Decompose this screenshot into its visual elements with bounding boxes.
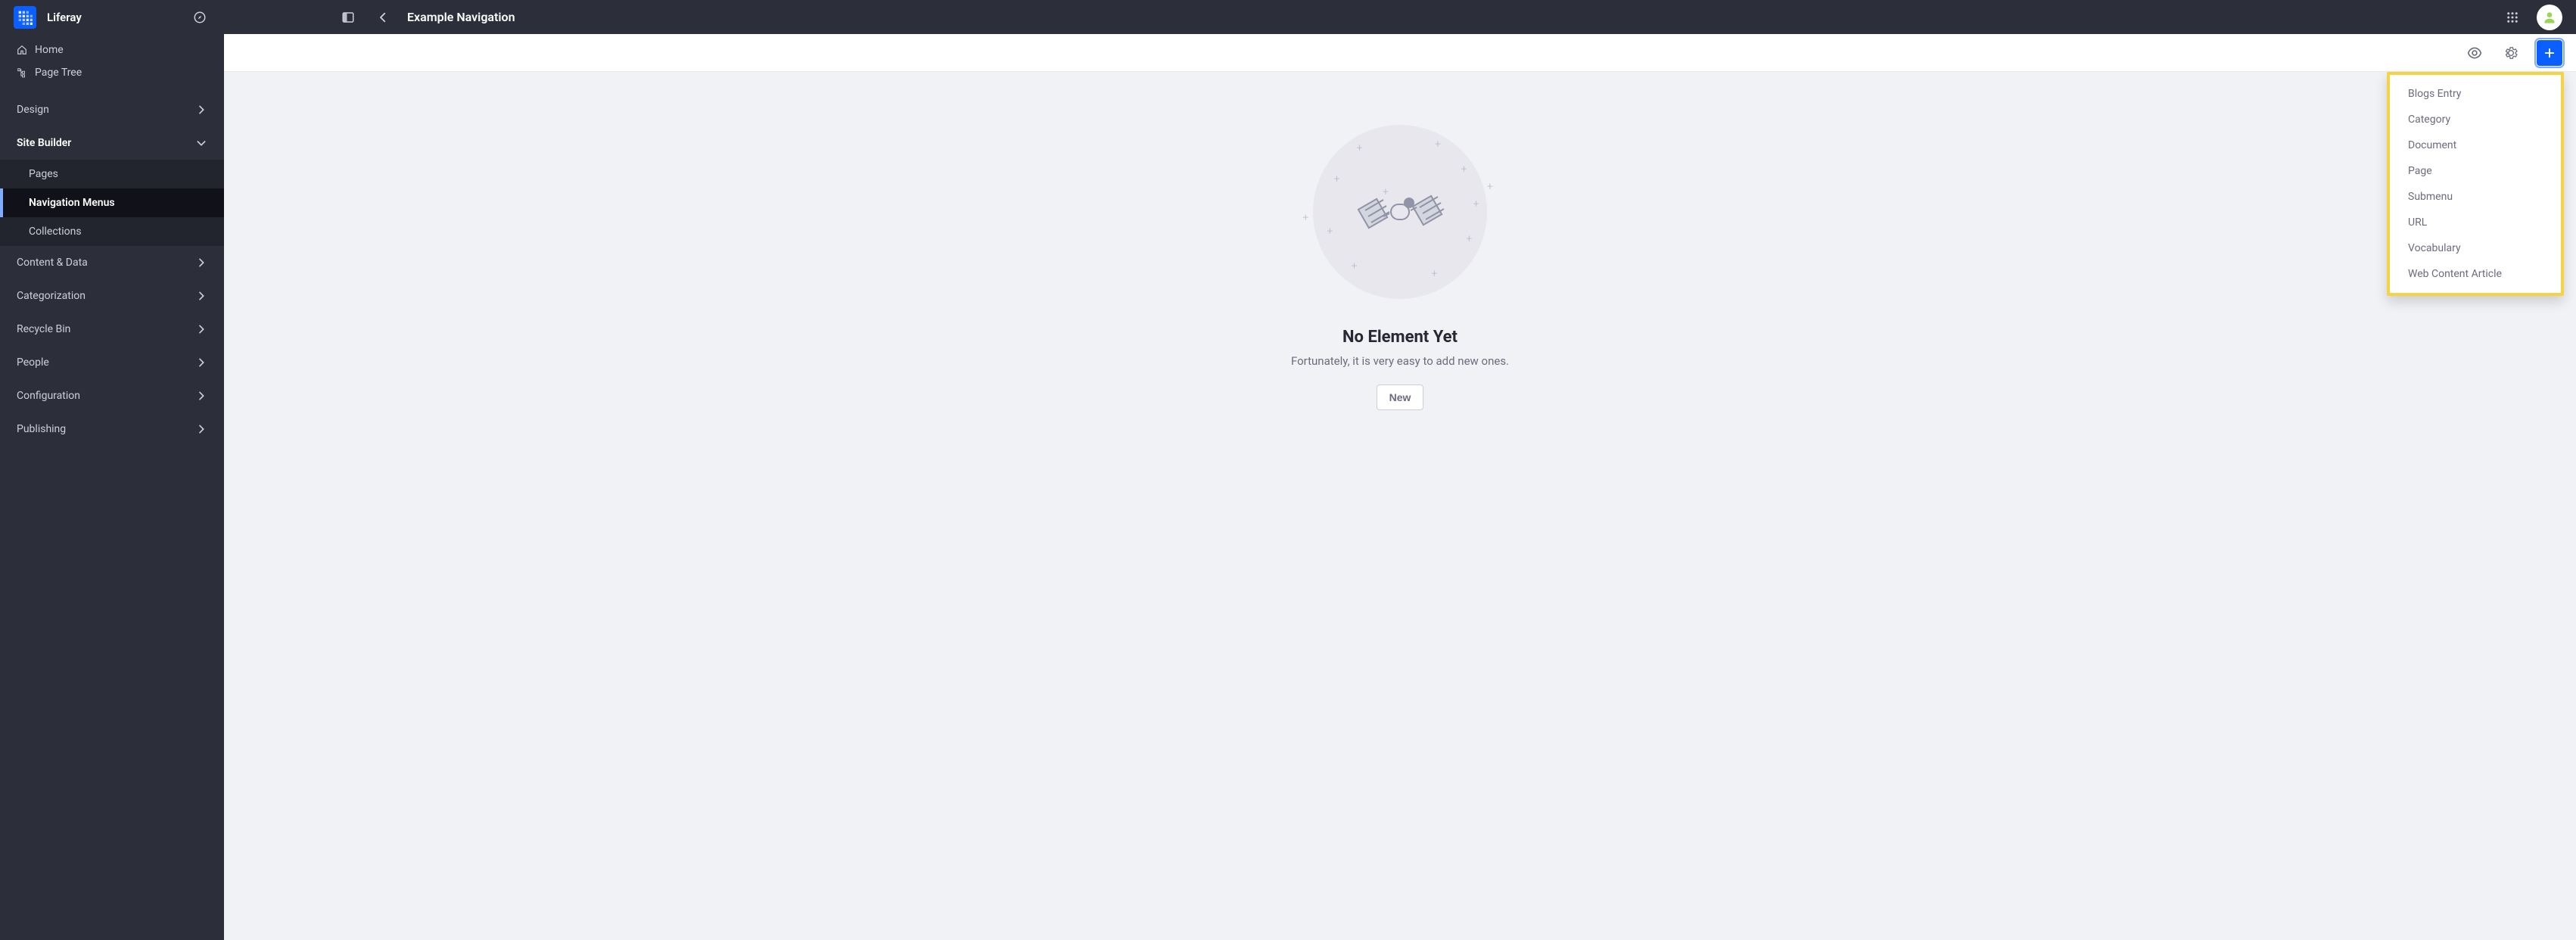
chevron-right-icon	[195, 356, 207, 369]
sidebar-item-navigation-menus[interactable]: Navigation Menus	[0, 188, 224, 217]
add-button[interactable]	[2537, 40, 2562, 66]
dropdown-item-submenu[interactable]: Submenu	[2390, 184, 2561, 210]
chevron-right-icon	[195, 390, 207, 402]
apps-button[interactable]	[2502, 7, 2523, 28]
panel-icon	[341, 11, 355, 24]
sparkle-icon: +	[1466, 233, 1472, 245]
sidebar-item-navigation-menus-label: Navigation Menus	[29, 197, 115, 209]
apps-grid-icon	[2506, 11, 2519, 24]
compass-button[interactable]	[189, 7, 210, 28]
sidebar-group-categorization-label: Categorization	[17, 290, 86, 302]
chevron-left-icon	[376, 11, 390, 24]
satellite-icon	[1355, 167, 1445, 257]
sidebar-group-publishing[interactable]: Publishing	[0, 412, 224, 446]
sidebar-group-people-label: People	[17, 356, 49, 369]
toolbar	[224, 34, 2576, 72]
add-dropdown: Blogs Entry Category Document Page Subme…	[2387, 72, 2564, 296]
sidebar-group-recycle-bin[interactable]: Recycle Bin	[0, 313, 224, 346]
sparkle-icon: +	[1302, 212, 1308, 224]
site-builder-subgroup: Pages Navigation Menus Collections	[0, 160, 224, 246]
dropdown-item-vocabulary[interactable]: Vocabulary	[2390, 235, 2561, 261]
sparkle-icon: +	[1431, 268, 1437, 280]
settings-button[interactable]	[2500, 42, 2522, 64]
panel-toggle-button[interactable]	[338, 7, 359, 28]
chevron-right-icon	[195, 257, 207, 269]
sidebar-home[interactable]: Home	[0, 39, 224, 61]
sidebar-item-pages[interactable]: Pages	[0, 160, 224, 188]
empty-state: + + + + + + + + + + + + No Element Yet F…	[1291, 125, 1509, 410]
chevron-right-icon	[195, 323, 207, 335]
sidebar-group-site-builder[interactable]: Site Builder	[0, 126, 224, 160]
topbar-center: Example Navigation	[224, 7, 515, 28]
sidebar-group-recycle-bin-label: Recycle Bin	[17, 323, 70, 335]
chevron-right-icon	[195, 423, 207, 435]
chevron-right-icon	[195, 290, 207, 302]
dropdown-item-category[interactable]: Category	[2390, 107, 2561, 132]
topbar: Liferay Example Navigation	[0, 0, 2576, 34]
dropdown-item-page[interactable]: Page	[2390, 158, 2561, 184]
sidebar-group-configuration[interactable]: Configuration	[0, 379, 224, 412]
sidebar: Home Page Tree Design Site Builder Pages…	[0, 34, 224, 940]
sidebar-group-content-data[interactable]: Content & Data	[0, 246, 224, 279]
chevron-down-icon	[195, 137, 207, 149]
sidebar-group-categorization[interactable]: Categorization	[0, 279, 224, 313]
brand-box: Liferay	[0, 6, 224, 29]
dropdown-item-document[interactable]: Document	[2390, 132, 2561, 158]
sidebar-item-collections-label: Collections	[29, 226, 82, 238]
sidebar-page-tree-label: Page Tree	[35, 67, 82, 79]
sparkle-icon: +	[1327, 226, 1333, 238]
sparkle-icon: +	[1383, 186, 1389, 198]
page-title: Example Navigation	[407, 10, 515, 24]
sidebar-group-site-builder-label: Site Builder	[17, 137, 71, 149]
home-icon	[17, 45, 27, 55]
sparkle-icon: +	[1461, 163, 1467, 176]
gear-icon	[2503, 45, 2518, 61]
sparkle-icon: +	[1473, 198, 1479, 210]
sparkle-icon: +	[1487, 181, 1493, 193]
sidebar-page-tree[interactable]: Page Tree	[0, 61, 224, 84]
user-avatar[interactable]	[2537, 5, 2562, 30]
topbar-right	[2502, 5, 2576, 30]
liferay-logo-icon	[17, 10, 33, 25]
sidebar-group-configuration-label: Configuration	[17, 390, 80, 402]
sidebar-home-label: Home	[35, 44, 64, 56]
brand-name[interactable]: Liferay	[47, 11, 82, 24]
sidebar-group-publishing-label: Publishing	[17, 423, 66, 435]
sidebar-item-collections[interactable]: Collections	[0, 217, 224, 246]
sidebar-group-content-data-label: Content & Data	[17, 257, 88, 269]
sparkle-icon: +	[1352, 260, 1358, 272]
sidebar-item-pages-label: Pages	[29, 168, 58, 180]
main: + + + + + + + + + + + + No Element Yet F…	[224, 34, 2576, 940]
sidebar-group-people[interactable]: People	[0, 346, 224, 379]
new-button[interactable]: New	[1377, 384, 1424, 410]
dropdown-item-blogs-entry[interactable]: Blogs Entry	[2390, 81, 2561, 107]
dropdown-item-web-content-article[interactable]: Web Content Article	[2390, 261, 2561, 287]
sparkle-icon: +	[1435, 139, 1441, 151]
sidebar-group-design-label: Design	[17, 104, 49, 116]
page-tree-icon	[17, 67, 27, 78]
empty-subtitle: Fortunately, it is very easy to add new …	[1291, 354, 1509, 368]
sidebar-group-design[interactable]: Design	[0, 93, 224, 126]
back-button[interactable]	[372, 7, 394, 28]
user-icon	[2542, 10, 2557, 25]
dropdown-item-url[interactable]: URL	[2390, 210, 2561, 235]
plus-icon	[2543, 46, 2556, 60]
chevron-right-icon	[195, 104, 207, 116]
empty-title: No Element Yet	[1342, 328, 1458, 347]
eye-icon	[2467, 45, 2482, 61]
brand-logo[interactable]	[14, 6, 36, 29]
empty-illustration: + + + + + + + + + + + +	[1313, 125, 1487, 299]
sparkle-icon: +	[1334, 173, 1340, 185]
sparkle-icon: +	[1357, 142, 1363, 154]
preview-button[interactable]	[2464, 42, 2485, 64]
content: + + + + + + + + + + + + No Element Yet F…	[224, 72, 2576, 940]
compass-icon	[193, 11, 207, 24]
